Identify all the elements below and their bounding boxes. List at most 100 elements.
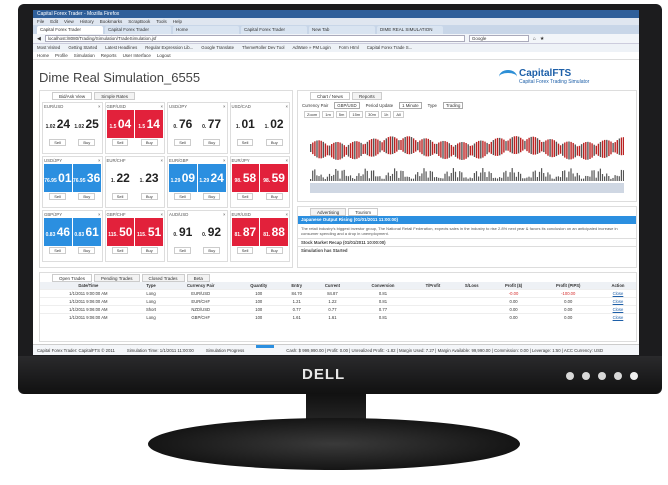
bookmark-link[interactable]: Regular Expression Lib... — [145, 44, 193, 52]
bookmark-link[interactable]: AdWare » PM Login — [292, 44, 330, 52]
tab-simple-rates[interactable]: Simple Rates — [94, 92, 135, 100]
chart-navigator[interactable] — [310, 183, 624, 193]
close-link[interactable]: Close — [613, 291, 624, 296]
bookmark-link[interactable]: Google Translate — [201, 44, 234, 52]
power-button[interactable] — [630, 372, 638, 380]
zoom-button[interactable]: 1h — [380, 111, 392, 118]
menu-item[interactable]: Help — [173, 18, 182, 25]
bid-quote-button[interactable]: 1. 22 — [106, 164, 135, 192]
tab-advertising[interactable]: Advertising — [310, 208, 347, 216]
ask-quote-button[interactable]: 1. 02 — [260, 110, 288, 138]
tab-chart-news[interactable]: Chart / News — [310, 92, 351, 100]
app-nav-link[interactable]: Home — [37, 52, 49, 59]
bid-quote-button[interactable]: 1.02 24 — [44, 110, 72, 138]
sell-button[interactable]: Sell — [174, 139, 191, 146]
close-icon[interactable]: × — [98, 104, 101, 109]
bid-quote-button[interactable]: 1. 01 — [231, 110, 260, 138]
bookmark-link[interactable]: Capital Forex Trade S... — [367, 44, 412, 52]
buy-button[interactable]: Buy — [265, 139, 283, 146]
close-link[interactable]: Close — [613, 315, 624, 320]
ask-quote-button[interactable]: 0.83 61 — [72, 218, 101, 246]
buy-button[interactable]: Buy — [203, 247, 221, 254]
buy-button[interactable]: Buy — [78, 139, 96, 146]
browser-tab[interactable]: Capital Forex Trader — [105, 26, 171, 34]
currency-pair-select[interactable]: GBP/USD — [334, 102, 360, 109]
zoom-button[interactable]: 15m — [349, 111, 364, 118]
close-link[interactable]: Close — [613, 307, 624, 312]
buy-button[interactable]: Buy — [140, 247, 158, 254]
menu-item[interactable]: View — [64, 18, 74, 25]
sell-button[interactable]: Sell — [236, 139, 254, 146]
sell-button[interactable]: Sell — [111, 193, 129, 200]
buy-button[interactable]: Buy — [265, 193, 283, 200]
bookmark-link[interactable]: Latest Headlines — [105, 44, 137, 52]
tab-reports[interactable]: Reports — [352, 92, 382, 100]
buy-button[interactable]: Buy — [265, 247, 283, 254]
ask-quote-button[interactable]: 81. 88 — [260, 218, 288, 246]
column-header[interactable]: Profit ($) — [490, 282, 537, 290]
app-nav-link[interactable]: Reports — [101, 52, 117, 59]
menu-item[interactable]: Bookmarks — [100, 18, 123, 25]
tab-trades[interactable]: Closed Trades — [141, 274, 185, 282]
sell-button[interactable]: Sell — [236, 193, 254, 200]
browser-tab[interactable]: Home — [173, 26, 239, 34]
menu-item[interactable]: File — [37, 18, 44, 25]
bid-quote-button[interactable]: 0. 91 — [169, 218, 197, 246]
back-icon[interactable]: ◀ — [37, 36, 41, 42]
bid-quote-button[interactable]: 76.95 01 — [44, 164, 72, 192]
monitor-button[interactable] — [582, 372, 590, 380]
close-icon[interactable]: × — [160, 104, 163, 109]
monitor-button[interactable] — [598, 372, 606, 380]
column-header[interactable]: Quantity — [236, 282, 282, 290]
close-icon[interactable]: × — [285, 104, 288, 109]
bookmark-link[interactable]: Form Html — [339, 44, 359, 52]
bid-quote-button[interactable]: 0. 76 — [169, 110, 197, 138]
sell-button[interactable]: Sell — [49, 193, 66, 200]
close-icon[interactable]: × — [285, 158, 288, 163]
sell-button[interactable]: Sell — [49, 247, 66, 254]
buy-button[interactable]: Buy — [78, 247, 96, 254]
browser-tab[interactable]: Capital Forex Trader — [37, 26, 103, 34]
column-header[interactable]: Current — [311, 282, 353, 290]
news-item[interactable]: Simulation has Started — [298, 246, 636, 254]
close-trade-link[interactable]: Close — [599, 313, 636, 321]
tab-bid-ask-view[interactable]: Bid/Ask View — [52, 92, 93, 100]
tab-trades[interactable]: Beta — [186, 274, 210, 282]
buy-button[interactable]: Buy — [140, 193, 158, 200]
column-header[interactable]: S/Loss — [452, 282, 491, 290]
close-icon[interactable]: × — [223, 158, 226, 163]
sell-button[interactable]: Sell — [174, 193, 191, 200]
column-header[interactable]: Conversion — [352, 282, 413, 290]
monitor-button[interactable] — [614, 372, 622, 380]
close-icon[interactable]: × — [285, 212, 288, 217]
close-trade-link[interactable]: Close — [599, 297, 636, 306]
bid-quote-button[interactable]: 115. 50 — [106, 218, 135, 246]
monitor-button[interactable] — [566, 372, 574, 380]
bid-quote-button[interactable]: 98. 58 — [231, 164, 260, 192]
close-icon[interactable]: × — [223, 104, 226, 109]
sell-button[interactable]: Sell — [111, 247, 129, 254]
sell-button[interactable]: Sell — [236, 247, 254, 254]
close-icon[interactable]: × — [98, 158, 101, 163]
ask-quote-button[interactable]: 0. 77 — [197, 110, 226, 138]
menu-item[interactable]: Tools — [156, 18, 167, 25]
search-input[interactable]: Google — [468, 35, 529, 42]
close-icon[interactable]: × — [160, 212, 163, 217]
bookmark-link[interactable]: Getting Started — [68, 44, 97, 52]
type-select[interactable]: Trading — [442, 102, 464, 109]
address-bar[interactable]: localhost:/8080/Trading/Simulation/Trade… — [44, 35, 465, 42]
bid-quote-button[interactable]: 1.5 04 — [106, 110, 135, 138]
close-trade-link[interactable]: Close — [599, 289, 636, 298]
ask-quote-button[interactable]: 115. 51 — [135, 218, 163, 246]
news-headline[interactable]: Japanese Output Rising (01/01/2011 11:00… — [298, 216, 636, 224]
ask-quote-button[interactable]: 1. 23 — [135, 164, 163, 192]
ask-quote-button[interactable]: 76.95 36 — [72, 164, 101, 192]
column-header[interactable]: Profit (PIPS) — [536, 282, 600, 290]
app-nav-link[interactable]: Simulation — [74, 52, 95, 59]
buy-button[interactable]: Buy — [140, 139, 158, 146]
column-header[interactable]: Entry — [281, 282, 312, 290]
bid-quote-button[interactable]: 81. 87 — [231, 218, 260, 246]
browser-tab[interactable]: Capital Forex Trader — [241, 26, 307, 34]
close-trade-link[interactable]: Close — [599, 305, 636, 314]
buy-button[interactable]: Buy — [203, 193, 221, 200]
